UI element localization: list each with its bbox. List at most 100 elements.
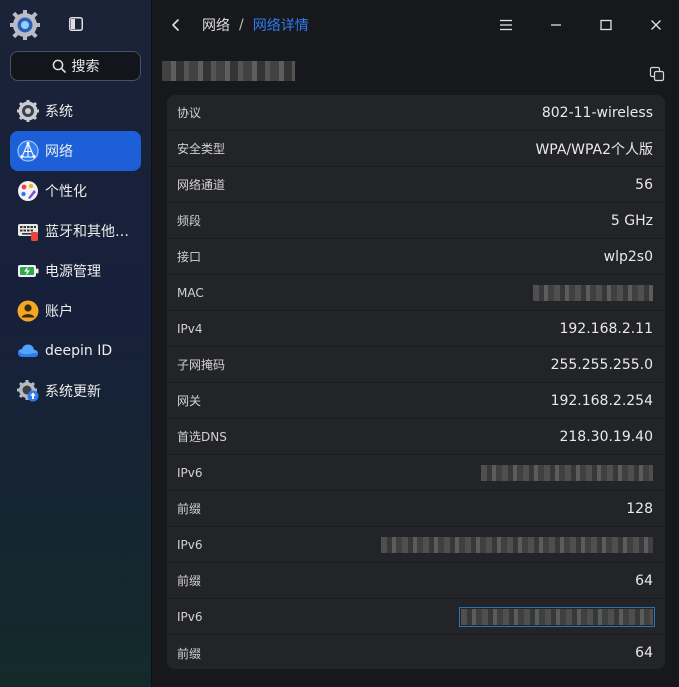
- detail-label: 前缀: [177, 574, 202, 588]
- breadcrumb: 网络 / 网络详情: [202, 15, 309, 35]
- detail-row-prefix: 前缀 128: [167, 491, 665, 527]
- detail-label: IPv4: [177, 321, 203, 336]
- detail-value: 192.168.2.254: [550, 392, 653, 409]
- detail-row-interface: 接口 wlp2s0: [167, 239, 665, 275]
- detail-label: 前缀: [177, 502, 202, 516]
- detail-row-channel: 网络通道 56: [167, 167, 665, 203]
- breadcrumb-network-details: 网络详情: [252, 18, 309, 34]
- sidebar-item-label: 账户: [45, 304, 73, 320]
- minimize-icon: [551, 24, 561, 26]
- sidebar-header: [0, 0, 152, 50]
- personalization-icon: [18, 181, 38, 201]
- detail-row-band: 频段 5 GHz: [167, 203, 665, 239]
- detail-value: 192.168.2.11: [559, 320, 653, 337]
- detail-value: 802-11-wireless: [541, 104, 653, 121]
- detail-row-primary-dns: 首选DNS 218.30.19.40: [167, 419, 665, 455]
- detail-value: 64: [635, 645, 653, 661]
- detail-label: 子网掩码: [177, 358, 226, 372]
- titlebar: 网络 / 网络详情: [152, 0, 679, 50]
- close-icon: [651, 20, 661, 30]
- bluetooth-devices-icon: [18, 224, 38, 241]
- detail-row-ipv6: IPv6: [167, 599, 665, 635]
- redacted-value: [381, 536, 653, 553]
- detail-label: IPv6: [177, 465, 203, 480]
- detail-row-prefix: 前缀 64: [167, 635, 665, 669]
- detail-label: 协议: [177, 106, 202, 120]
- maximize-button[interactable]: [592, 12, 620, 38]
- detail-row-ipv6: IPv6: [167, 455, 665, 491]
- sidebar-item-update[interactable]: 系统更新: [10, 371, 141, 411]
- detail-label: 频段: [177, 214, 202, 228]
- detail-label: 安全类型: [177, 142, 226, 156]
- sidebar-item-label: 蓝牙和其他…: [45, 224, 129, 240]
- detail-value: 255.255.255.0: [550, 356, 653, 373]
- system-icon: [17, 100, 39, 122]
- sidebar-item-network[interactable]: 网络: [10, 131, 141, 171]
- sidebar-item-account[interactable]: 账户: [10, 291, 141, 331]
- sidebar-item-personalization[interactable]: 个性化: [10, 171, 141, 211]
- detail-value: 64: [635, 572, 653, 589]
- sidebar-toggle-icon: [69, 17, 83, 31]
- redacted-value: [533, 284, 653, 301]
- detail-value: 218.30.19.40: [559, 428, 653, 445]
- search-label: 搜索: [71, 59, 100, 75]
- detail-value: 56: [635, 176, 653, 193]
- close-button[interactable]: [642, 12, 670, 38]
- detail-value: wlp2s0: [603, 248, 653, 265]
- sidebar-item-label: 系统更新: [45, 384, 101, 400]
- menu-icon: [500, 19, 512, 31]
- sidebar-item-power[interactable]: 电源管理: [10, 251, 141, 291]
- sidebar-nav: 系统 网络 个性化 蓝牙和其他… 电源管理 账户 deepin ID 系统更新: [10, 91, 141, 411]
- detail-row-protocol: 协议 802-11-wireless: [167, 95, 665, 131]
- detail-label: 网络通道: [177, 178, 226, 192]
- account-icon: [17, 300, 39, 322]
- network-details-panel: 协议 802-11-wireless 安全类型 WPA/WPA2个人版 网络通道…: [167, 95, 665, 669]
- redacted-value-selected[interactable]: [459, 606, 655, 627]
- power-icon: [18, 265, 39, 277]
- detail-label: 网关: [177, 394, 202, 408]
- detail-value: 5 GHz: [610, 212, 653, 229]
- chevron-left-icon: [172, 19, 179, 31]
- detail-row-ipv4: IPv4 192.168.2.11: [167, 311, 665, 347]
- detail-value: 128: [626, 500, 653, 517]
- detail-label: IPv6: [177, 609, 203, 624]
- detail-row-gateway: 网关 192.168.2.254: [167, 383, 665, 419]
- main-content: 网络 / 网络详情 协议 802-11-wireless 安全类型 WPA/WP…: [152, 0, 679, 687]
- detail-label: 前缀: [177, 646, 202, 661]
- detail-row-ipv6: IPv6: [167, 527, 665, 563]
- menu-button[interactable]: [492, 12, 520, 38]
- detail-row-subnet-mask: 子网掩码 255.255.255.0: [167, 347, 665, 383]
- sidebar-item-system[interactable]: 系统: [10, 91, 141, 131]
- sidebar-item-label: 网络: [45, 144, 73, 160]
- connection-name-redacted: [162, 61, 295, 81]
- search-icon: [52, 59, 66, 73]
- cloud-icon: [18, 344, 38, 357]
- breadcrumb-separator: /: [239, 17, 244, 33]
- detail-label: MAC: [177, 285, 204, 300]
- sidebar-item-bluetooth[interactable]: 蓝牙和其他…: [10, 211, 141, 251]
- sidebar-item-label: 个性化: [45, 184, 87, 200]
- copy-button[interactable]: [649, 66, 665, 82]
- sidebar: 搜索 系统 网络 个性化 蓝牙和其他… 电源管理 账户 deepin ID 系统…: [0, 0, 152, 687]
- sidebar-item-deepin-id[interactable]: deepin ID: [10, 331, 141, 371]
- sidebar-item-label: 系统: [45, 104, 73, 120]
- detail-value: WPA/WPA2个人版: [535, 141, 653, 158]
- update-icon: [17, 380, 39, 402]
- copy-icon: [649, 66, 665, 82]
- search-input[interactable]: 搜索: [10, 51, 141, 81]
- detail-row-prefix: 前缀 64: [167, 563, 665, 599]
- detail-label: IPv6: [177, 537, 203, 552]
- maximize-icon: [600, 19, 612, 31]
- control-center-logo-icon: [10, 10, 40, 40]
- sidebar-item-label: 电源管理: [45, 264, 101, 280]
- detail-label: 接口: [177, 250, 202, 264]
- sidebar-toggle-button[interactable]: [67, 15, 85, 33]
- breadcrumb-network[interactable]: 网络: [202, 15, 230, 35]
- detail-label: 首选DNS: [177, 430, 227, 444]
- back-button[interactable]: [166, 14, 186, 36]
- network-icon: [17, 140, 39, 162]
- minimize-button[interactable]: [542, 12, 570, 38]
- sidebar-item-label: deepin ID: [45, 343, 113, 359]
- redacted-value: [481, 464, 653, 481]
- detail-row-security-type: 安全类型 WPA/WPA2个人版: [167, 131, 665, 167]
